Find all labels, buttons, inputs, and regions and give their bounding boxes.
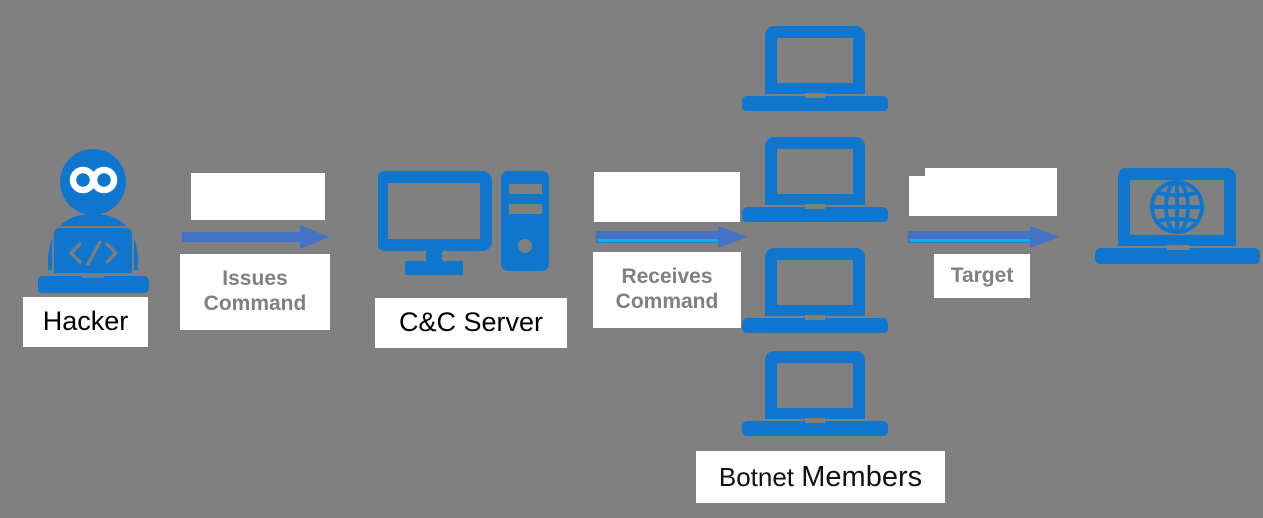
receives-command-top-plate bbox=[594, 172, 740, 222]
issues-command-label: Issues Command bbox=[180, 254, 330, 330]
laptop-icon bbox=[742, 135, 888, 223]
laptop-icon bbox=[742, 349, 888, 437]
receives-command-line2: Command bbox=[615, 290, 719, 313]
receives-command-label: Receives Command bbox=[593, 252, 741, 328]
issues-command-arrow bbox=[182, 225, 330, 249]
receives-command-line1: Receives bbox=[621, 265, 713, 289]
desktop-computer-tower-icon bbox=[378, 168, 550, 278]
botnet-members-label-part2: Members bbox=[801, 460, 923, 493]
hacker-with-laptop-icon bbox=[38, 142, 156, 302]
issues-command-top-plate bbox=[191, 173, 325, 220]
botnet-attack-diagram: Hacker Issues Command C&C Server Receive… bbox=[0, 0, 1263, 518]
target-label: Target bbox=[934, 254, 1030, 298]
botnet-members-label-part1: Botnet bbox=[718, 461, 802, 492]
issues-command-line1: Issues bbox=[222, 267, 288, 291]
target-top-plate-front bbox=[909, 176, 1057, 216]
target-arrow bbox=[908, 226, 1060, 248]
issues-command-line2: Command bbox=[203, 292, 307, 315]
hacker-label: Hacker bbox=[23, 297, 148, 347]
cnc-server-label: C&C Server bbox=[375, 298, 567, 348]
target-label-text: Target bbox=[950, 263, 1014, 287]
botnet-members-label: Botnet Members bbox=[696, 451, 945, 503]
laptop-icon bbox=[742, 246, 888, 334]
laptop-globe-icon bbox=[1095, 166, 1260, 266]
laptop-icon bbox=[742, 24, 888, 112]
receives-command-arrow bbox=[596, 226, 748, 248]
